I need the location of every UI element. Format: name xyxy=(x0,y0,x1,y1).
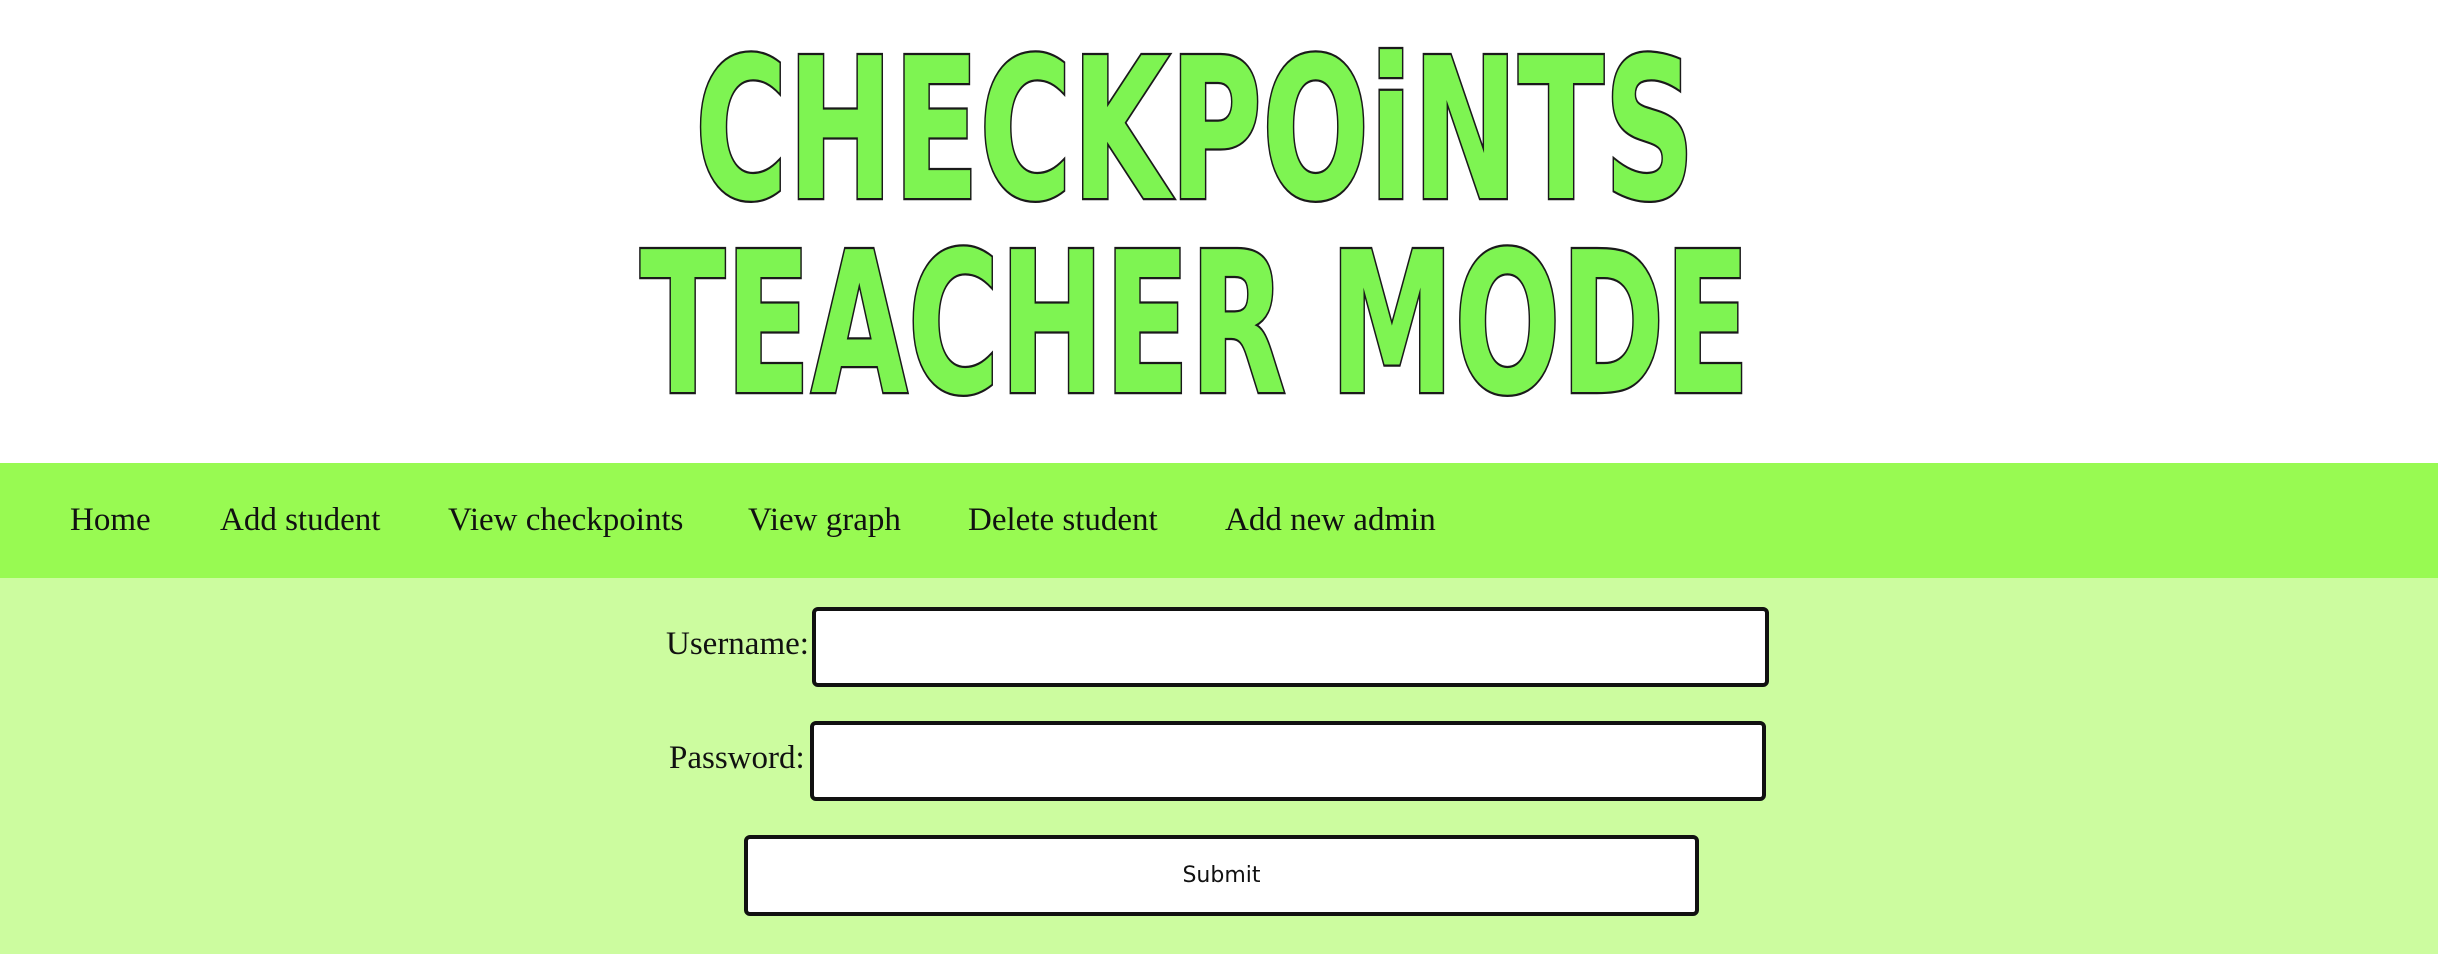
username-label: Username: xyxy=(666,626,809,662)
checkpoints-teacher-mode-logo: CHECKPOiNTS TEACHER MODE xyxy=(638,15,1753,408)
header-banner: CHECKPOiNTS TEACHER MODE xyxy=(0,0,2438,463)
main-nav: Home Add student View checkpoints View g… xyxy=(0,463,2438,578)
logo-line-2: TEACHER MODE xyxy=(640,211,1750,408)
username-input[interactable] xyxy=(812,607,1769,687)
submit-button[interactable]: Submit xyxy=(744,835,1699,916)
password-label: Password: xyxy=(669,740,805,776)
nav-view-checkpoints[interactable]: View checkpoints xyxy=(448,463,683,578)
nav-view-graph[interactable]: View graph xyxy=(748,463,901,578)
nav-delete-student[interactable]: Delete student xyxy=(968,463,1158,578)
password-input[interactable] xyxy=(810,721,1766,801)
nav-add-student[interactable]: Add student xyxy=(220,463,380,578)
nav-home[interactable]: Home xyxy=(70,463,151,578)
nav-add-new-admin[interactable]: Add new admin xyxy=(1225,463,1436,578)
